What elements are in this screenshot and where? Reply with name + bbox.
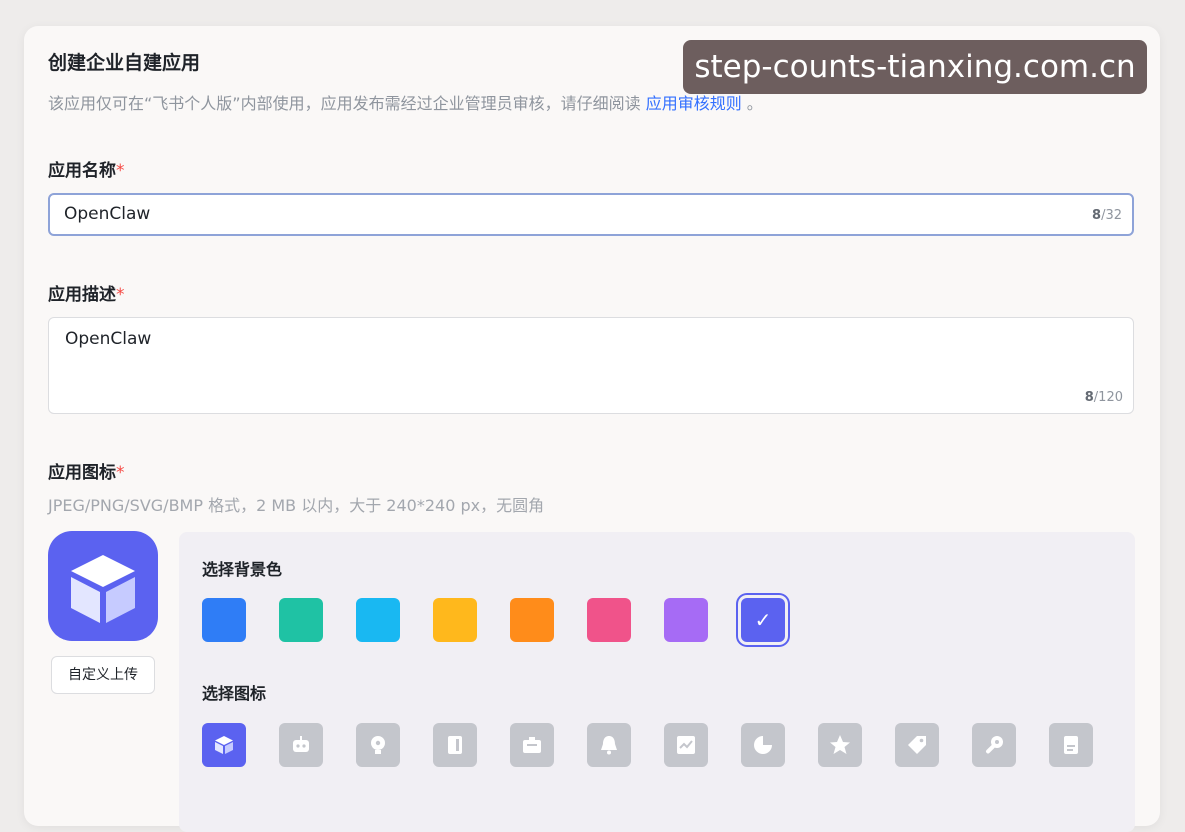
app-name-label: 应用名称*: [48, 156, 125, 181]
watermark-banner: step-counts-tianxing.com.cn: [683, 40, 1147, 94]
icon-format-hint: JPEG/PNG/SVG/BMP 格式，2 MB 以内，大于 240*240 p…: [48, 496, 545, 515]
required-mark: *: [116, 463, 125, 483]
check-icon: ✓: [754, 608, 772, 632]
app-desc-counter: 8/120: [1085, 390, 1123, 405]
icon-option-cube[interactable]: [202, 723, 246, 767]
icon-option-document[interactable]: [1049, 723, 1093, 767]
icon-select-title: 选择图标: [202, 684, 267, 703]
bg-color-title: 选择背景色: [202, 560, 283, 579]
app-name-count: 8: [1092, 208, 1102, 223]
color-swatch-green[interactable]: [279, 598, 323, 642]
subtitle-end: 。: [746, 94, 763, 113]
color-swatch-indigo[interactable]: ✓: [741, 598, 785, 642]
icon-picker-panel: 选择背景色 ✓ 选择图标: [179, 532, 1135, 832]
tag-icon: [908, 736, 926, 754]
color-swatch-cyan[interactable]: [356, 598, 400, 642]
icon-option-tag[interactable]: [895, 723, 939, 767]
dialog-title: 创建企业自建应用: [48, 52, 201, 74]
pie-chart-icon: [754, 736, 772, 754]
icon-option-chart[interactable]: [664, 723, 708, 767]
icon-option-star[interactable]: [818, 723, 862, 767]
app-desc-value: OpenClaw: [65, 329, 152, 349]
document-icon: [1064, 736, 1078, 754]
chart-icon: [677, 736, 695, 754]
icon-option-bulb[interactable]: [356, 723, 400, 767]
robot-icon: [293, 736, 309, 752]
required-mark: *: [116, 285, 125, 305]
subtitle-text: 该应用仅可在“飞书个人版”内部使用，应用发布需经过企业管理员审核，请仔细阅读: [48, 94, 641, 113]
color-swatch-yellow[interactable]: [433, 598, 477, 642]
wrench-icon: [986, 736, 1003, 754]
color-swatch-orange[interactable]: [510, 598, 554, 642]
star-icon: [830, 735, 850, 754]
app-name-input[interactable]: OpenClaw 8/32: [48, 193, 1134, 236]
color-swatch-purple[interactable]: [664, 598, 708, 642]
app-name-label-text: 应用名称: [48, 161, 116, 181]
create-app-dialog: 创建企业自建应用 ✕ 该应用仅可在“飞书个人版”内部使用，应用发布需经过企业管理…: [24, 26, 1160, 832]
briefcase-icon: [523, 737, 541, 753]
bell-icon: [601, 736, 617, 755]
cube-icon: [215, 736, 233, 754]
app-desc-label-text: 应用描述: [48, 285, 116, 305]
icon-option-briefcase[interactable]: [510, 723, 554, 767]
icon-option-bell[interactable]: [587, 723, 631, 767]
icon-option-wrench[interactable]: [972, 723, 1016, 767]
app-desc-count: 8: [1084, 390, 1094, 405]
app-desc-max: /120: [1093, 390, 1123, 405]
color-swatch-pink[interactable]: [587, 598, 631, 642]
color-swatch-blue[interactable]: [202, 598, 246, 642]
app-icon-label-text: 应用图标: [48, 463, 116, 483]
bulb-icon: [371, 736, 385, 754]
custom-upload-button[interactable]: 自定义上传: [51, 656, 155, 694]
book-icon: [448, 736, 462, 754]
app-desc-textarea[interactable]: OpenClaw 8/120: [48, 317, 1134, 414]
app-desc-label: 应用描述*: [48, 280, 125, 305]
icon-option-book[interactable]: [433, 723, 477, 767]
app-name-max: /32: [1101, 208, 1122, 223]
app-name-counter: 8/32: [1092, 208, 1122, 223]
dialog-subtitle: 该应用仅可在“飞书个人版”内部使用，应用发布需经过企业管理员审核，请仔细阅读 应…: [48, 90, 763, 114]
app-icon-label: 应用图标*: [48, 458, 125, 483]
required-mark: *: [116, 161, 125, 181]
icon-option-robot[interactable]: [279, 723, 323, 767]
review-rules-link[interactable]: 应用审核规则: [646, 94, 742, 113]
icon-option-pie-chart[interactable]: [741, 723, 785, 767]
cube-icon: [71, 555, 135, 623]
app-icon-preview: [48, 531, 158, 641]
app-name-value: OpenClaw: [64, 204, 151, 224]
